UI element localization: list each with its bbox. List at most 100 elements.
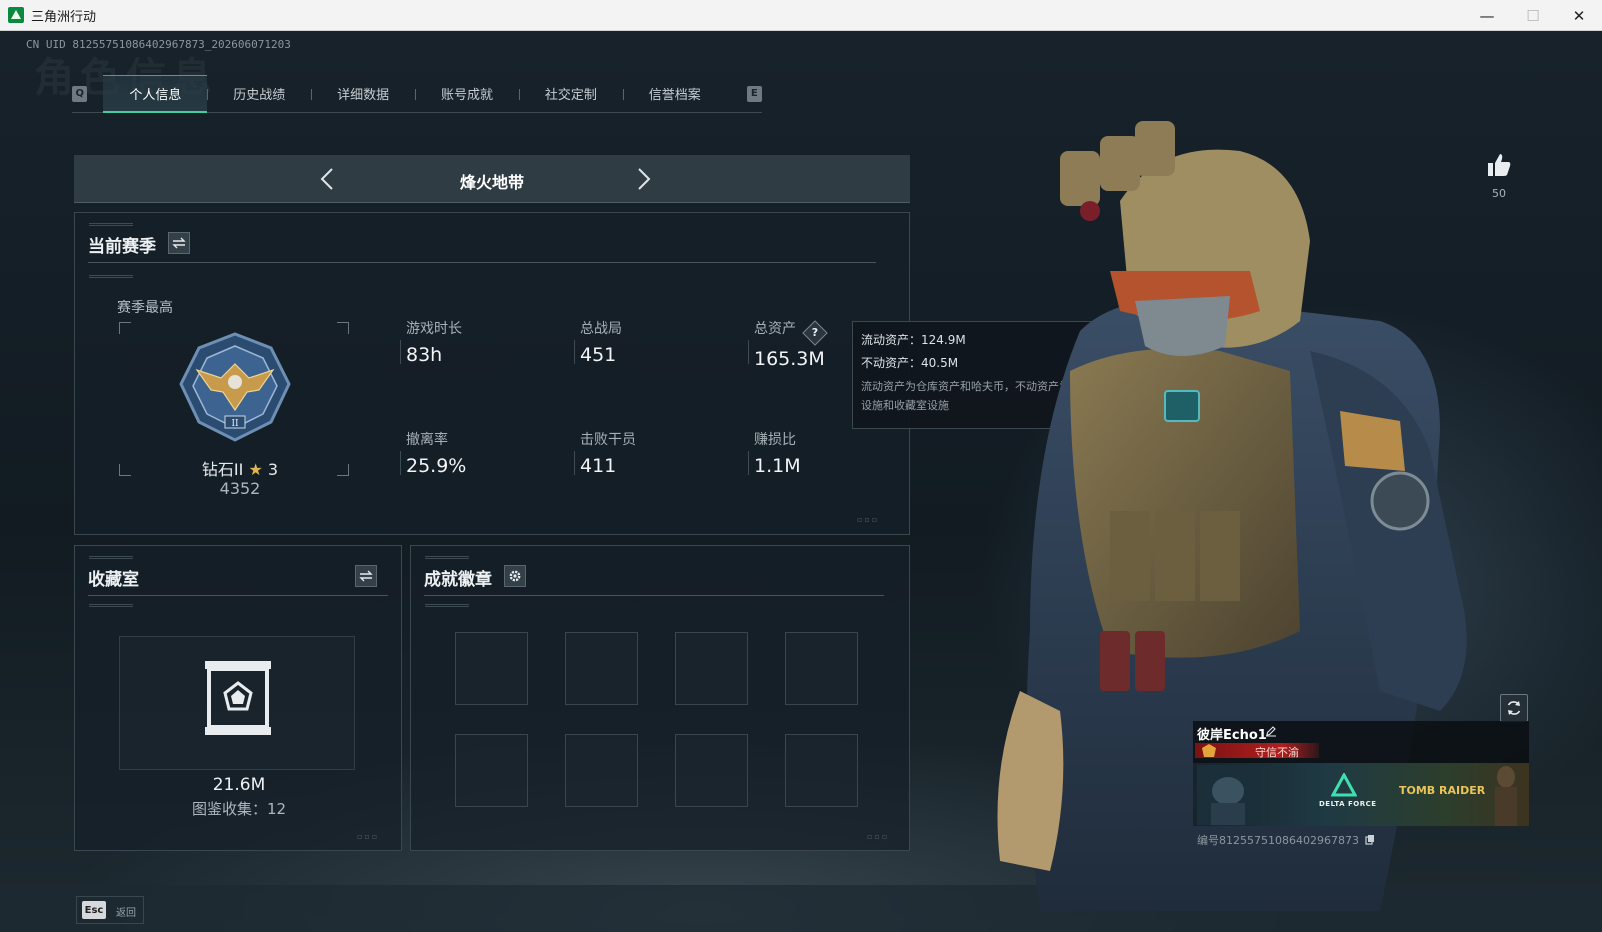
maximize-button[interactable]: ☐ <box>1510 0 1556 31</box>
rank-tier: 钻石II <box>201 460 244 479</box>
stat-value: 411 <box>580 455 617 477</box>
stat-value: 25.9% <box>406 455 467 477</box>
star-icon: ★ <box>248 460 263 479</box>
rotate-button[interactable] <box>1500 694 1528 722</box>
stat-label-text: 总资产 <box>754 321 796 337</box>
collection-value: 21.6M <box>212 775 266 795</box>
player-name: 彼岸Echo1 <box>1197 728 1267 743</box>
collection-switch-button[interactable] <box>355 565 377 587</box>
rank-name: 钻石II ★ 3 <box>175 456 305 480</box>
season-switch-button[interactable] <box>168 232 190 254</box>
like-count: 50 <box>1492 187 1506 200</box>
swap-icon <box>172 237 186 249</box>
banner-character-image <box>1197 765 1259 825</box>
stat-value: 83h <box>406 344 443 366</box>
season-title: 当前赛季 <box>88 237 156 257</box>
game-screen: 角色信息 CN UID 81255751086402967873_2026060… <box>0 31 1602 932</box>
player-id: 编号81255751086402967873 <box>1197 832 1375 848</box>
collection-divider <box>88 595 388 596</box>
mode-title: 烽火地带 <box>459 173 524 192</box>
stat-profit-ratio: 赚损比 1.1M <box>748 429 904 477</box>
chevron-right-icon <box>638 168 651 190</box>
tab-personal-info[interactable]: 个人信息 <box>103 74 208 113</box>
stat-value: 1.1M <box>754 455 801 477</box>
panel-decoration <box>425 556 469 559</box>
banner-figure-image <box>1495 766 1517 826</box>
tab-detailed-data[interactable]: 详细数据 <box>311 75 415 113</box>
panel-decoration <box>89 604 133 607</box>
stat-total-matches: 总战局 451 <box>574 318 730 366</box>
badge-slot[interactable] <box>455 734 528 807</box>
badge-slot[interactable] <box>565 632 638 705</box>
rank-score: 4352 <box>219 479 261 498</box>
frame-corner <box>119 464 131 476</box>
panel-corner-decoration: ▫▫▫ <box>857 515 880 524</box>
panel-decoration <box>89 275 133 278</box>
app-logo-icon <box>8 7 24 23</box>
badge-slot[interactable] <box>675 734 748 807</box>
card-banner: DELTA FORCE TOMB RAIDER <box>1193 763 1529 826</box>
rank-stars: 3 <box>267 460 279 479</box>
help-icon[interactable]: ? <box>802 320 829 346</box>
mode-selector: 烽火地带 <box>74 155 910 203</box>
delta-force-logo-icon <box>1331 773 1357 797</box>
honor-title: 守信不渝 <box>1255 746 1299 759</box>
banner-brand-tomb: TOMB RAIDER <box>1399 784 1486 797</box>
edit-icon[interactable] <box>1265 725 1277 737</box>
key-hint-q: Q <box>72 85 88 102</box>
uid-label: CN UID 81255751086402967873_202606071203 <box>26 38 291 51</box>
stat-operators-defeated: 击败干员 411 <box>574 429 730 477</box>
badges-settings-button[interactable] <box>504 565 526 587</box>
close-button[interactable]: ✕ <box>1556 0 1602 31</box>
banner-brand-delta: DELTA FORCE <box>1319 800 1377 808</box>
window-controls: — ☐ ✕ <box>1464 0 1602 31</box>
achievement-badges-panel: 成就徽章 ▫▫▫ <box>410 545 910 851</box>
swap-icon <box>359 570 373 582</box>
back-label: 返回 <box>116 908 136 919</box>
badge-slot[interactable] <box>785 734 858 807</box>
badge-slot[interactable] <box>785 632 858 705</box>
tab-achievements[interactable]: 账号成就 <box>415 75 519 113</box>
panel-decoration <box>89 556 133 559</box>
collection-count: 图鉴收集：12 <box>191 800 287 818</box>
season-divider <box>88 262 876 263</box>
refresh-icon <box>1507 701 1521 715</box>
display-case-icon <box>205 661 271 735</box>
stat-label: 撤离率 <box>406 432 448 448</box>
badge-slot[interactable] <box>675 632 748 705</box>
profile-tabs: Q 个人信息 历史战绩 详细数据 账号成就 社交定制 信誉档案 E <box>72 74 763 113</box>
copy-icon[interactable] <box>1365 834 1375 845</box>
player-id-text: 编号81255751086402967873 <box>1197 834 1359 847</box>
stat-extraction-rate: 撤离率 25.9% <box>400 429 556 477</box>
window-title: 三角洲行动 <box>31 9 97 25</box>
gear-icon <box>509 570 521 582</box>
badges-title: 成就徽章 <box>424 570 492 590</box>
badge-slot[interactable] <box>455 632 528 705</box>
badge-slot[interactable] <box>565 734 638 807</box>
minimize-button[interactable]: — <box>1464 0 1510 31</box>
panel-decoration <box>425 604 469 607</box>
svg-text:II: II <box>231 419 239 429</box>
thumbs-up-icon[interactable] <box>1485 151 1513 179</box>
frame-corner <box>337 322 349 334</box>
honor-emblem-icon <box>1202 744 1216 757</box>
stat-label: 击败干员 <box>580 432 636 448</box>
stat-label: 总战局 <box>580 321 622 337</box>
like-widget: 50 <box>1480 151 1518 200</box>
stat-value: 451 <box>580 344 617 366</box>
collection-title: 收藏室 <box>88 570 139 590</box>
tab-social[interactable]: 社交定制 <box>518 75 623 113</box>
tab-history[interactable]: 历史战绩 <box>207 75 311 113</box>
season-best-label: 赛季最高 <box>117 300 173 316</box>
player-card[interactable]: 彼岸Echo1 守信不渝 DELTA FORCE TOMB RAIDER <box>1193 721 1529 826</box>
esc-key-hint: Esc <box>82 901 106 919</box>
badges-divider <box>424 595 884 596</box>
stat-label: 游戏时长 <box>406 321 462 337</box>
window-titlebar: 三角洲行动 — ☐ ✕ <box>0 0 1602 31</box>
tab-credit[interactable]: 信誉档案 <box>622 75 727 113</box>
frame-corner <box>337 464 349 476</box>
next-mode-button[interactable] <box>629 165 657 193</box>
frame-corner <box>119 322 131 334</box>
stat-label: 赚损比 <box>754 432 796 448</box>
key-hint-e: E <box>746 85 763 102</box>
